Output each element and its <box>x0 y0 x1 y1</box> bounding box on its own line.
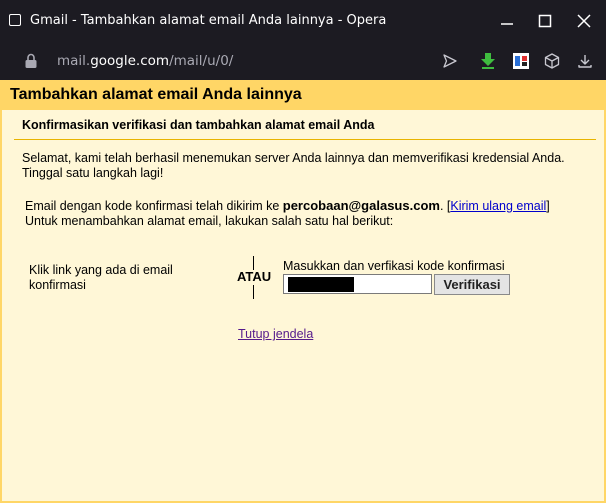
page-title: Tambahkan alamat email Anda lainnya <box>10 86 302 103</box>
sent-line: Email dengan kode konfirmasi telah dikir… <box>25 198 550 214</box>
send-button[interactable] <box>440 51 460 71</box>
option1-line-1: Klik link yang ada di email <box>29 263 173 277</box>
url-prefix: mail. <box>57 53 91 69</box>
sent-message: Email dengan kode konfirmasi telah dikir… <box>25 198 550 229</box>
sent-prefix: Email dengan kode konfirmasi telah dikir… <box>25 199 283 213</box>
intro-line-2: Tinggal satu langkah lagi! <box>22 166 164 180</box>
sent-after: . [ <box>439 199 451 213</box>
download-extension-button[interactable] <box>478 51 498 71</box>
option2-label: Masukkan dan verfikasi kode konfirmasi <box>283 259 505 273</box>
url-path: /mail/u/0/ <box>169 53 234 69</box>
cube-icon <box>544 53 560 69</box>
title-bar: Gmail - Tambahkan alamat email Anda lain… <box>0 0 606 42</box>
downloads-icon <box>578 55 592 68</box>
lock-icon <box>25 53 37 68</box>
intro-text: Selamat, kami telah berhasil menemukan s… <box>22 151 565 181</box>
option1-line-2: konfirmasi <box>29 278 86 292</box>
divider <box>14 139 596 140</box>
option-click-link: Klik link yang ada di email konfirmasi <box>29 263 173 293</box>
or-divider-top <box>253 256 254 270</box>
extension-icon <box>513 53 529 69</box>
minimize-icon <box>501 23 513 25</box>
send-icon <box>443 54 457 68</box>
close-window-link[interactable]: Tutup jendela <box>238 327 313 341</box>
or-label: ATAU <box>237 269 272 284</box>
sent-close: ] <box>546 199 550 213</box>
instruction-text: Untuk menambahkan alamat email, lakukan … <box>25 214 394 228</box>
downloads-button[interactable] <box>575 51 595 71</box>
window-icon <box>9 14 21 26</box>
download-arrow-icon <box>481 53 495 69</box>
address-bar: mail.google.com/mail/u/0/ <box>0 42 606 80</box>
close-icon <box>577 14 591 28</box>
cube-button[interactable] <box>542 51 562 71</box>
intro-line-1: Selamat, kami telah berhasil menemukan s… <box>22 151 565 165</box>
maximize-icon <box>538 14 552 28</box>
dialog-page: Tambahkan alamat email Anda lainnya Konf… <box>0 80 606 503</box>
sent-email: percobaan@galasus.com <box>282 198 440 213</box>
minimize-button[interactable] <box>494 8 520 34</box>
header-bar: Tambahkan alamat email Anda lainnya <box>2 80 604 110</box>
verify-button[interactable]: Verifikasi <box>434 274 510 295</box>
close-button[interactable] <box>571 8 597 34</box>
maximize-button[interactable] <box>532 8 558 34</box>
close-window-wrapper: Tutup jendela <box>238 327 313 342</box>
url-domain: google.com <box>90 53 170 69</box>
section-title: Konfirmasikan verifikasi dan tambahkan a… <box>22 118 375 132</box>
resend-email-link[interactable]: Kirim ulang email <box>450 199 546 213</box>
redacted-code <box>288 277 354 292</box>
window-title: Gmail - Tambahkan alamat email Anda lain… <box>30 13 387 28</box>
extension-button[interactable] <box>511 51 531 71</box>
url-field[interactable]: mail.google.com/mail/u/0/ <box>57 53 233 69</box>
or-divider-bottom <box>253 285 254 299</box>
